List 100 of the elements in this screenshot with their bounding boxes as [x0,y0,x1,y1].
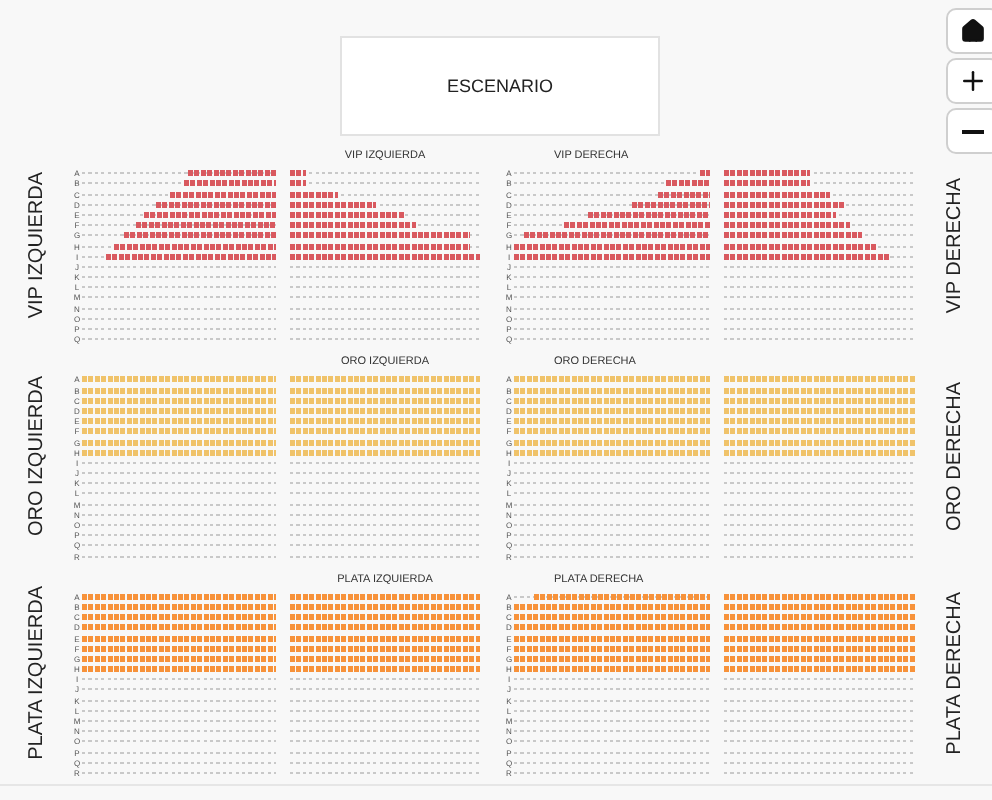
seat-row[interactable] [724,470,916,477]
seat-row[interactable] [82,480,276,487]
seat-row[interactable] [290,294,480,301]
seat-row[interactable] [290,284,480,291]
seat-row[interactable] [82,222,276,229]
seat-row[interactable] [514,490,710,497]
zoom-out-button[interactable] [946,108,992,154]
seat-row[interactable] [290,686,480,693]
seat-row[interactable] [514,718,710,724]
seat-row[interactable] [82,397,276,404]
seat-row[interactable] [82,170,276,177]
seat-row[interactable] [724,769,916,776]
seat-row[interactable] [290,490,480,497]
seat-row[interactable] [724,170,916,177]
seat-row[interactable] [514,728,710,735]
seat-row[interactable] [82,542,276,549]
seat-row[interactable] [724,336,916,343]
seat-row[interactable] [514,315,710,322]
seat-row[interactable] [290,418,480,425]
seat-row[interactable] [724,697,916,704]
seat-row[interactable] [724,728,916,735]
seat-row[interactable] [82,707,276,714]
seat-row[interactable] [290,624,480,631]
seat-row[interactable] [82,522,276,528]
seat-row[interactable] [724,759,916,766]
seat-row[interactable] [514,666,710,673]
seat-row[interactable] [290,676,480,683]
seat-row[interactable] [514,243,710,249]
seat-row[interactable] [82,232,276,239]
seat-row[interactable] [514,480,710,487]
seat-row[interactable] [290,170,480,177]
seat-row[interactable] [724,676,916,683]
seat-row[interactable] [82,749,276,756]
seat-row[interactable] [82,655,276,662]
seat-row[interactable] [514,542,710,549]
seat-row[interactable] [290,305,480,312]
zoom-in-button[interactable] [946,58,992,104]
seat-row[interactable] [82,449,276,456]
seat-row[interactable] [724,305,916,312]
seat-row[interactable] [82,211,276,218]
seat-row[interactable] [724,522,916,528]
seat-row[interactable] [290,439,480,445]
seat-row[interactable] [724,418,916,425]
seat-row[interactable] [724,480,916,487]
seat-row[interactable] [290,749,480,756]
seat-row[interactable] [514,253,710,260]
seat-row[interactable] [724,326,916,332]
seat-row[interactable] [724,593,916,600]
seat-row[interactable] [290,707,480,714]
seat-row[interactable] [82,263,276,270]
seat-row[interactable] [514,470,710,477]
seat-row[interactable] [724,376,916,383]
seat-row[interactable] [724,718,916,724]
seat-row[interactable] [82,490,276,497]
seat-row[interactable] [82,459,276,466]
seat-row[interactable] [82,407,276,414]
seat-row[interactable] [290,387,480,394]
seat-row[interactable] [82,624,276,631]
seat-row[interactable] [290,697,480,704]
seat-row[interactable] [724,511,916,518]
seat-row[interactable] [290,274,480,281]
seat-row[interactable] [724,459,916,466]
seat-row[interactable] [514,686,710,693]
seat-row[interactable] [290,263,480,270]
seat-row[interactable] [514,191,710,198]
seat-row[interactable] [514,326,710,332]
seat-row[interactable] [514,676,710,683]
seat-row[interactable] [290,738,480,745]
seat-row[interactable] [724,201,916,208]
seat-row[interactable] [514,645,710,652]
seat-row[interactable] [514,553,710,560]
seat-row[interactable] [290,655,480,662]
seat-row[interactable] [514,449,710,456]
seat-row[interactable] [724,738,916,745]
seat-row[interactable] [82,243,276,249]
seat-row[interactable] [724,655,916,662]
home-button[interactable] [946,8,992,54]
seat-row[interactable] [82,376,276,383]
seat-row[interactable] [514,707,710,714]
seat-row[interactable] [724,274,916,281]
seat-row[interactable] [724,222,916,229]
seat-row[interactable] [290,180,480,187]
seat-row[interactable] [82,428,276,435]
seat-row[interactable] [724,553,916,560]
seat-row[interactable] [514,387,710,394]
seat-row[interactable] [82,759,276,766]
seat-row[interactable] [290,480,480,487]
seat-row[interactable] [290,666,480,673]
seat-row[interactable] [514,769,710,776]
seat-row[interactable] [514,759,710,766]
seat-row[interactable] [724,666,916,673]
seat-row[interactable] [514,284,710,291]
seat-row[interactable] [514,428,710,435]
seat-row[interactable] [290,553,480,560]
seat-row[interactable] [290,253,480,260]
seat-row[interactable] [82,738,276,745]
seat-row[interactable] [290,635,480,641]
seat-row[interactable] [82,305,276,312]
seat-row[interactable] [82,284,276,291]
seat-row[interactable] [514,222,710,229]
